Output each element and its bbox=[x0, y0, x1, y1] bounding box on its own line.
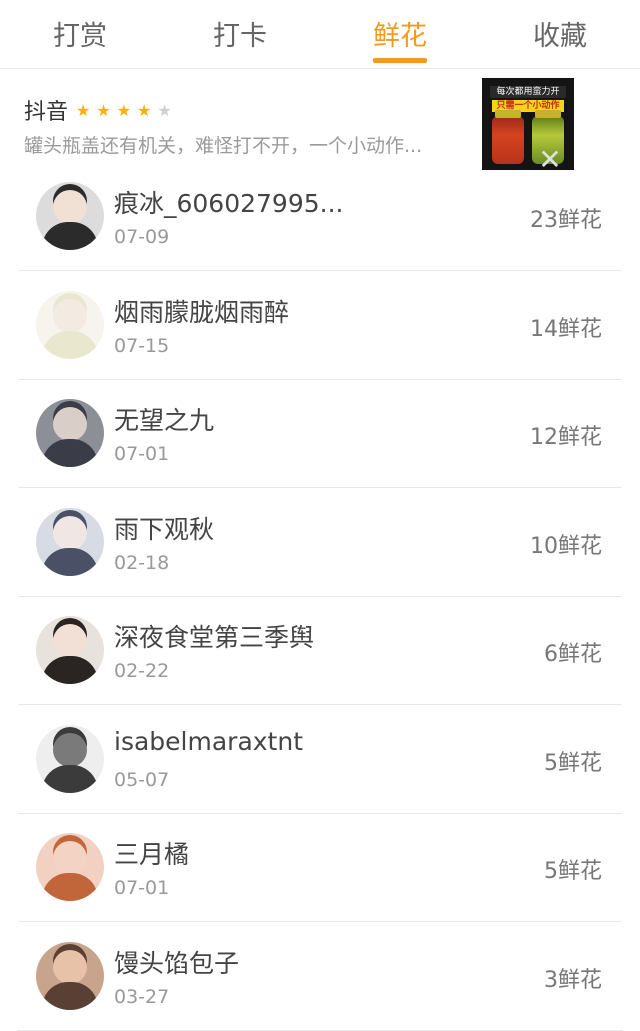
date-label: 02-22 bbox=[114, 660, 170, 682]
avatar[interactable] bbox=[36, 724, 104, 793]
tab-reward[interactable]: 打赏 bbox=[20, 0, 140, 54]
list-item[interactable]: 雨下观秋 02-18 10鲜花 bbox=[18, 488, 622, 597]
star-icon: ★ bbox=[137, 100, 152, 120]
avatar[interactable] bbox=[36, 941, 104, 1010]
flower-count: 23鲜花 bbox=[530, 208, 602, 233]
star-icon: ★ bbox=[116, 100, 132, 120]
avatar[interactable] bbox=[36, 507, 104, 576]
avatar[interactable] bbox=[36, 290, 104, 359]
list-item[interactable]: 深夜食堂第三季舆 02-22 6鲜花 bbox=[18, 596, 622, 705]
user-name[interactable]: 烟雨朦胧烟雨醉 bbox=[114, 293, 289, 329]
list-item[interactable]: 痕冰_606027995... 07-09 23鲜花 bbox=[18, 162, 622, 271]
date-label: 07-01 bbox=[114, 443, 170, 465]
user-name[interactable]: 无望之九 bbox=[114, 401, 214, 437]
flower-count: 14鲜花 bbox=[530, 316, 602, 342]
user-name[interactable]: isabelmaraxtnt bbox=[114, 727, 303, 756]
user-name[interactable]: 痕冰_606027995... bbox=[114, 184, 344, 220]
date-label: 07-09 bbox=[114, 226, 170, 248]
jar-red-image bbox=[492, 110, 524, 164]
date-label: 02-18 bbox=[114, 551, 170, 574]
list-item[interactable]: 三月橘 07-01 5鲜花 bbox=[18, 813, 622, 922]
tab-flowers[interactable]: 鲜花 bbox=[340, 0, 460, 63]
avatar[interactable] bbox=[36, 182, 104, 250]
user-name[interactable]: 雨下观秋 bbox=[114, 510, 214, 546]
star-icon: ★ bbox=[96, 100, 111, 120]
avatar[interactable] bbox=[36, 833, 104, 901]
ad-thumb-caption-top: 每次都用蛮力开 bbox=[490, 86, 566, 98]
list-item[interactable]: 无望之九 07-01 12鲜花 bbox=[18, 379, 622, 488]
ad-banner[interactable]: 抖音 ★ ★ ★ ★ ★ 罐头瓶盖还有机关，难怪打不开，一个小动作... 每次都用蛮力开… bbox=[0, 68, 640, 176]
list-item[interactable]: 烟雨朦胧烟雨醉 07-15 14鲜花 bbox=[18, 271, 622, 380]
flower-count: 12鲜花 bbox=[530, 425, 602, 450]
flower-count: 3鲜花 bbox=[544, 967, 602, 993]
flower-count: 5鲜花 bbox=[544, 750, 602, 776]
avatar[interactable] bbox=[36, 616, 104, 684]
ad-title-row: 抖音 ★ ★ ★ ★ ★ bbox=[24, 94, 178, 126]
list-item[interactable]: 馒头馅包子 03-27 3鲜花 bbox=[18, 922, 622, 1031]
flower-count: 6鲜花 bbox=[544, 642, 602, 667]
flower-count: 10鲜花 bbox=[530, 533, 602, 559]
tab-checkin[interactable]: 打卡 bbox=[180, 0, 300, 54]
ad-description: 罐头瓶盖还有机关，难怪打不开，一个小动作... bbox=[24, 135, 423, 157]
date-label: 07-01 bbox=[114, 877, 170, 899]
user-name[interactable]: 馒头馅包子 bbox=[114, 944, 239, 980]
date-label: 03-27 bbox=[114, 985, 170, 1008]
user-name[interactable]: 深夜食堂第三季舆 bbox=[114, 618, 314, 654]
avatar[interactable] bbox=[36, 399, 104, 467]
flower-count: 5鲜花 bbox=[544, 859, 602, 884]
rating-stars: ★ ★ ★ ★ ★ bbox=[76, 101, 178, 120]
ad-title: 抖音 bbox=[24, 100, 69, 125]
tab-bar: 打赏 打卡 鲜花 收藏 bbox=[0, 0, 640, 69]
star-icon: ★ bbox=[76, 100, 91, 120]
date-label: 05-07 bbox=[114, 768, 170, 791]
list-item[interactable]: isabelmaraxtnt 05-07 5鲜花 bbox=[18, 705, 622, 814]
user-name[interactable]: 三月橘 bbox=[114, 835, 189, 871]
tab-favorites[interactable]: 收藏 bbox=[500, 0, 620, 54]
date-label: 07-15 bbox=[114, 334, 170, 357]
star-icon: ★ bbox=[157, 100, 172, 120]
